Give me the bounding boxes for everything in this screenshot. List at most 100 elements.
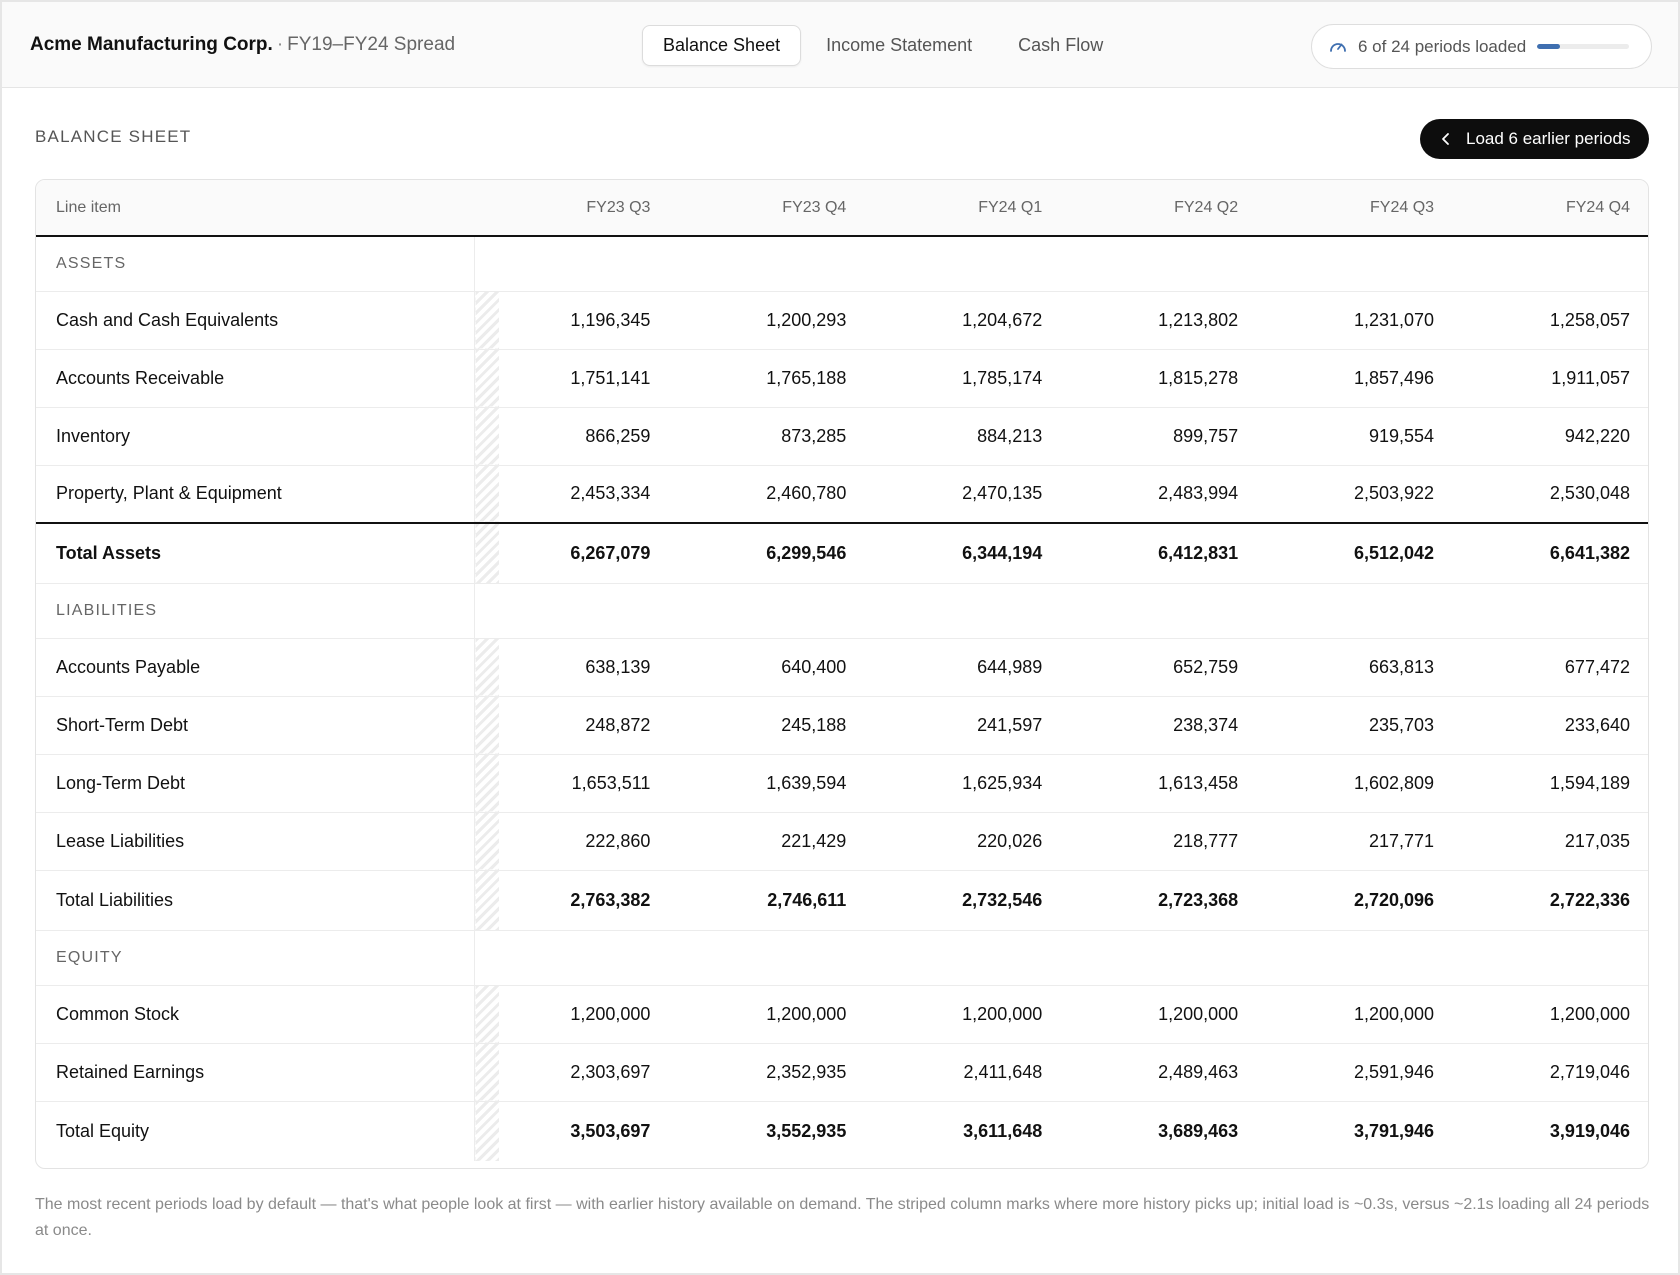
table-row: Long-Term Debt 1,653,511 1,639,594 1,625,93… bbox=[36, 754, 1648, 813]
table-row: Cash and Cash Equivalents 1,196,345 1,200,… bbox=[36, 291, 1648, 350]
value-cell: 1,594,189 bbox=[1454, 754, 1648, 813]
value-cell: 3,791,946 bbox=[1258, 1100, 1455, 1161]
history-boundary-stripe bbox=[474, 291, 499, 350]
value-cell: 1,200,000 bbox=[1258, 985, 1455, 1044]
app-frame: Acme Manufacturing Corp. · FY19–FY24 Sprea… bbox=[0, 0, 1680, 1275]
table-header-row: Line item FY23 Q3 FY23 Q4 FY24 Q1 FY24 Q2 FY… bbox=[36, 180, 1648, 237]
balance-sheet-table-card: Line item FY23 Q3 FY23 Q4 FY24 Q1 FY24 Q2 FY… bbox=[35, 179, 1649, 1169]
value-cell: 241,597 bbox=[866, 696, 1063, 755]
value-cell: 2,489,463 bbox=[1062, 1043, 1259, 1102]
value-cell: 1,857,496 bbox=[1258, 349, 1455, 408]
column-header-fy23-q4: FY23 Q4 bbox=[670, 180, 867, 237]
column-header-fy24-q1: FY24 Q1 bbox=[866, 180, 1063, 237]
value-cell: 1,653,511 bbox=[498, 754, 671, 813]
load-earlier-periods-button[interactable]: Load 6 earlier periods bbox=[1420, 119, 1649, 159]
row-label: Cash and Cash Equivalents bbox=[36, 291, 475, 350]
value-cell: 2,530,048 bbox=[1454, 465, 1648, 524]
value-cell: 652,759 bbox=[1062, 638, 1259, 697]
value-cell: 220,026 bbox=[866, 812, 1063, 871]
history-boundary-stripe bbox=[474, 407, 499, 466]
row-label: Lease Liabilities bbox=[36, 812, 475, 871]
value-cell: 3,919,046 bbox=[1454, 1100, 1648, 1161]
tab-income-statement[interactable]: Income Statement bbox=[805, 25, 993, 66]
total-row-total-liabilities: Total Liabilities 2,763,382 2,746,611 2,732… bbox=[36, 869, 1648, 931]
value-cell: 3,689,463 bbox=[1062, 1100, 1259, 1161]
value-cell: 1,258,057 bbox=[1454, 291, 1648, 350]
value-cell: 1,200,293 bbox=[670, 291, 867, 350]
value-cell: 3,611,648 bbox=[866, 1100, 1063, 1161]
value-cell: 6,641,382 bbox=[1454, 522, 1648, 584]
statement-tabs: Balance Sheet Income Statement Cash Flow bbox=[642, 25, 1124, 66]
value-cell: 6,299,546 bbox=[670, 522, 867, 584]
total-row-total-assets: Total Assets 6,267,079 6,299,546 6,344,194 6… bbox=[36, 522, 1648, 584]
history-boundary-stripe bbox=[474, 754, 499, 813]
top-bar: Acme Manufacturing Corp. · FY19–FY24 Sprea… bbox=[2, 2, 1678, 88]
row-label: Retained Earnings bbox=[36, 1043, 475, 1102]
history-boundary-stripe bbox=[474, 522, 499, 584]
gauge-icon bbox=[1330, 42, 1346, 52]
value-cell: 2,722,336 bbox=[1454, 869, 1648, 931]
history-boundary-stripe bbox=[474, 1100, 499, 1161]
load-earlier-periods-label: Load 6 earlier periods bbox=[1466, 129, 1631, 148]
value-cell: 1,200,000 bbox=[498, 985, 671, 1044]
value-cell: 233,640 bbox=[1454, 696, 1648, 755]
group-label: EQUITY bbox=[36, 930, 476, 986]
group-row-spacer bbox=[474, 583, 1648, 639]
value-cell: 1,613,458 bbox=[1062, 754, 1259, 813]
value-cell: 1,765,188 bbox=[670, 349, 867, 408]
value-cell: 2,719,046 bbox=[1454, 1043, 1648, 1102]
table-row: Accounts Receivable 1,751,141 1,765,188 1,7… bbox=[36, 349, 1648, 408]
row-label: Accounts Payable bbox=[36, 638, 475, 697]
value-cell: 218,777 bbox=[1062, 812, 1259, 871]
value-cell: 1,751,141 bbox=[498, 349, 671, 408]
value-cell: 6,412,831 bbox=[1062, 522, 1259, 584]
value-cell: 248,872 bbox=[498, 696, 671, 755]
row-label: Common Stock bbox=[36, 985, 475, 1044]
value-cell: 6,344,194 bbox=[866, 522, 1063, 584]
table-row: Inventory 866,259 873,285 884,213 899,757 919… bbox=[36, 407, 1648, 466]
value-cell: 245,188 bbox=[670, 696, 867, 755]
table-row: Accounts Payable 638,139 640,400 644,989 652… bbox=[36, 638, 1648, 697]
value-cell: 2,460,780 bbox=[670, 465, 867, 524]
column-header-line-item: Line item bbox=[36, 180, 475, 237]
value-cell: 663,813 bbox=[1258, 638, 1455, 697]
table-row: Retained Earnings 2,303,697 2,352,935 2,411… bbox=[36, 1043, 1648, 1102]
table-row: Short-Term Debt 248,872 245,188 241,597 238,… bbox=[36, 696, 1648, 755]
value-cell: 2,591,946 bbox=[1258, 1043, 1455, 1102]
value-cell: 1,639,594 bbox=[670, 754, 867, 813]
value-cell: 640,400 bbox=[670, 638, 867, 697]
value-cell: 217,035 bbox=[1454, 812, 1648, 871]
value-cell: 1,200,000 bbox=[1062, 985, 1259, 1044]
group-label: ASSETS bbox=[36, 236, 476, 292]
load-status-pill: 6 of 24 periods loaded bbox=[1311, 24, 1652, 69]
value-cell: 222,860 bbox=[498, 812, 671, 871]
table-row: Common Stock 1,200,000 1,200,000 1,200,000 1… bbox=[36, 985, 1648, 1044]
value-cell: 2,352,935 bbox=[670, 1043, 867, 1102]
group-label: LIABILITIES bbox=[36, 583, 476, 639]
history-boundary-stripe bbox=[474, 696, 499, 755]
spread-subtitle: FY19–FY24 Spread bbox=[287, 34, 456, 55]
value-cell: 2,746,611 bbox=[670, 869, 867, 931]
tab-balance-sheet[interactable]: Balance Sheet bbox=[642, 25, 802, 66]
value-cell: 1,602,809 bbox=[1258, 754, 1455, 813]
value-cell: 1,231,070 bbox=[1258, 291, 1455, 350]
value-cell: 899,757 bbox=[1062, 407, 1259, 466]
title-separator: · bbox=[276, 34, 284, 55]
load-progress-bar bbox=[1537, 44, 1630, 49]
history-boundary-stripe bbox=[474, 465, 499, 524]
row-label: Total Equity bbox=[36, 1100, 475, 1161]
company-name: Acme Manufacturing Corp. bbox=[30, 34, 273, 55]
column-header-fy23-q3: FY23 Q3 bbox=[498, 180, 671, 237]
chevron-left-icon bbox=[1442, 133, 1449, 145]
history-boundary-stripe bbox=[474, 985, 499, 1044]
tab-cash-flow[interactable]: Cash Flow bbox=[997, 25, 1124, 66]
column-header-fy24-q2: FY24 Q2 bbox=[1062, 180, 1259, 237]
footnote: The most recent periods load by default … bbox=[35, 1196, 1650, 1239]
value-cell: 1,785,174 bbox=[866, 349, 1063, 408]
value-cell: 884,213 bbox=[866, 407, 1063, 466]
table-row: Property, Plant & Equipment 2,453,334 2,46… bbox=[36, 465, 1648, 524]
value-cell: 919,554 bbox=[1258, 407, 1455, 466]
history-boundary-stripe bbox=[474, 349, 499, 408]
row-label: Long-Term Debt bbox=[36, 754, 475, 813]
value-cell: 1,196,345 bbox=[498, 291, 671, 350]
